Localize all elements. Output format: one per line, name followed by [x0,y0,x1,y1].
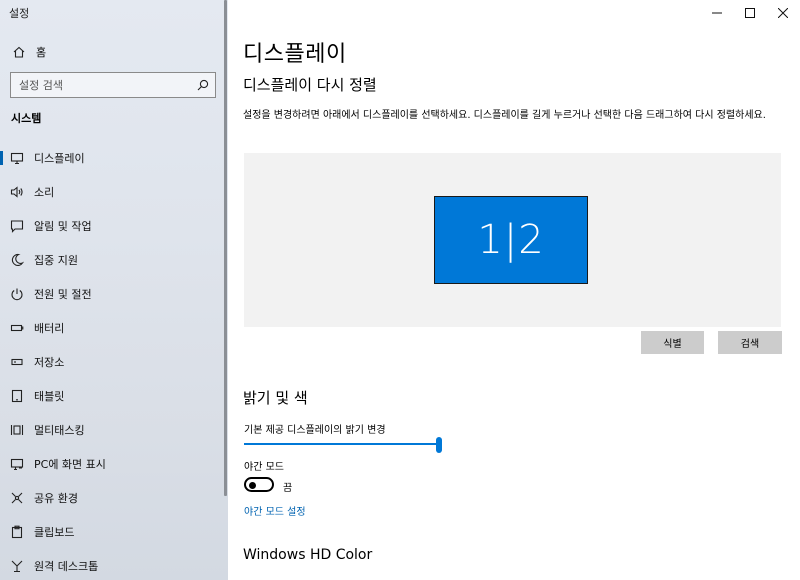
nav-list: 디스플레이 소리 알림 및 작업 집중 지원 전원 및 절전 배터리 저장소 태… [0,141,228,580]
sidebar-item-label: 멀티태스킹 [34,424,85,437]
sidebar-item-label: 배터리 [34,322,65,335]
page-title: 디스플레이 [243,42,347,67]
sidebar-item-clipboard[interactable]: 클립보드 [0,515,228,549]
arrange-description: 설정을 변경하려면 아래에서 디스플레이를 선택하세요. 디스플레이를 길게 누… [243,110,766,121]
toggle-knob [249,481,256,489]
detect-button[interactable]: 검색 [718,331,782,354]
close-button[interactable] [766,0,800,26]
sidebar-item-notifications[interactable]: 알림 및 작업 [0,209,228,243]
remote-desktop-icon [10,559,24,573]
minimize-button[interactable] [700,0,734,26]
arrange-heading: 디스플레이 다시 정렬 [243,76,377,94]
moon-icon [10,253,24,267]
sidebar-item-label: 공유 환경 [34,492,78,505]
night-light-state: 끔 [283,483,293,494]
sidebar-item-label: PC에 화면 표시 [34,458,106,471]
app-title: 설정 [9,7,30,20]
tablet-icon [10,389,24,403]
shared-experiences-icon [10,491,24,505]
sidebar-item-sound[interactable]: 소리 [0,175,228,209]
sidebar-item-multitasking[interactable]: 멀티태스킹 [0,413,228,447]
battery-icon [10,321,24,335]
sidebar-item-label: 디스플레이 [34,152,85,165]
search-icon[interactable] [191,78,215,92]
identify-button[interactable]: 식별 [641,331,704,354]
sidebar-item-label: 전원 및 절전 [34,288,92,301]
sidebar-item-label: 클립보드 [34,526,75,539]
night-light-toggle[interactable] [244,477,274,492]
sidebar-item-display[interactable]: 디스플레이 [0,141,228,175]
maximize-button[interactable] [733,0,767,26]
section-title: 시스템 [11,112,42,125]
sidebar-item-label: 알림 및 작업 [34,220,92,233]
sidebar-item-label: 원격 데스크톱 [34,560,99,573]
search-input[interactable] [11,73,191,97]
sidebar-item-label: 저장소 [34,356,65,369]
brightness-slider[interactable] [244,437,442,453]
brightness-slider-label: 기본 제공 디스플레이의 밝기 변경 [244,425,386,436]
minimize-icon [712,12,722,14]
clipboard-icon [10,525,24,539]
brightness-heading: 밝기 및 색 [243,389,308,407]
display-tile[interactable]: 1|2 [434,196,588,284]
sidebar-item-remote-desktop[interactable]: 원격 데스크톱 [0,549,228,580]
sidebar-item-label: 태블릿 [34,390,65,403]
storage-icon [10,355,24,369]
nav-home-label: 홈 [36,46,47,59]
sidebar-item-storage[interactable]: 저장소 [0,345,228,379]
sidebar: 설정 홈 시스템 디스플레이 소리 알림 및 작 [0,0,228,580]
sidebar-item-battery[interactable]: 배터리 [0,311,228,345]
search-box[interactable] [10,72,216,98]
sidebar-item-shared-experiences[interactable]: 공유 환경 [0,481,228,515]
project-icon [10,457,24,471]
display-tile-label: 1|2 [477,217,545,263]
sidebar-item-label: 집중 지원 [34,254,78,267]
sidebar-item-label: 소리 [34,186,55,199]
hdr-heading: Windows HD Color [243,547,373,563]
monitor-icon [10,151,24,165]
sidebar-item-tablet[interactable]: 태블릿 [0,379,228,413]
notification-icon [10,219,24,233]
speaker-icon [10,185,24,199]
display-arrangement-area: 1|2 [244,153,781,327]
night-light-label: 야간 모드 [244,462,284,473]
multitasking-icon [10,423,24,437]
main-content: 디스플레이 디스플레이 다시 정렬 설정을 변경하려면 아래에서 디스플레이를 … [228,0,800,580]
sidebar-item-project[interactable]: PC에 화면 표시 [0,447,228,481]
nav-home[interactable]: 홈 [0,38,228,66]
maximize-icon [745,8,755,18]
home-icon [12,45,26,59]
slider-track[interactable] [244,443,442,445]
sidebar-scrollbar[interactable] [224,0,227,496]
close-icon [778,8,788,18]
night-light-settings-link[interactable]: 야간 모드 설정 [244,503,306,518]
sidebar-item-power-sleep[interactable]: 전원 및 절전 [0,277,228,311]
sidebar-item-focus-assist[interactable]: 집중 지원 [0,243,228,277]
slider-thumb[interactable] [436,437,442,453]
power-icon [10,287,24,301]
